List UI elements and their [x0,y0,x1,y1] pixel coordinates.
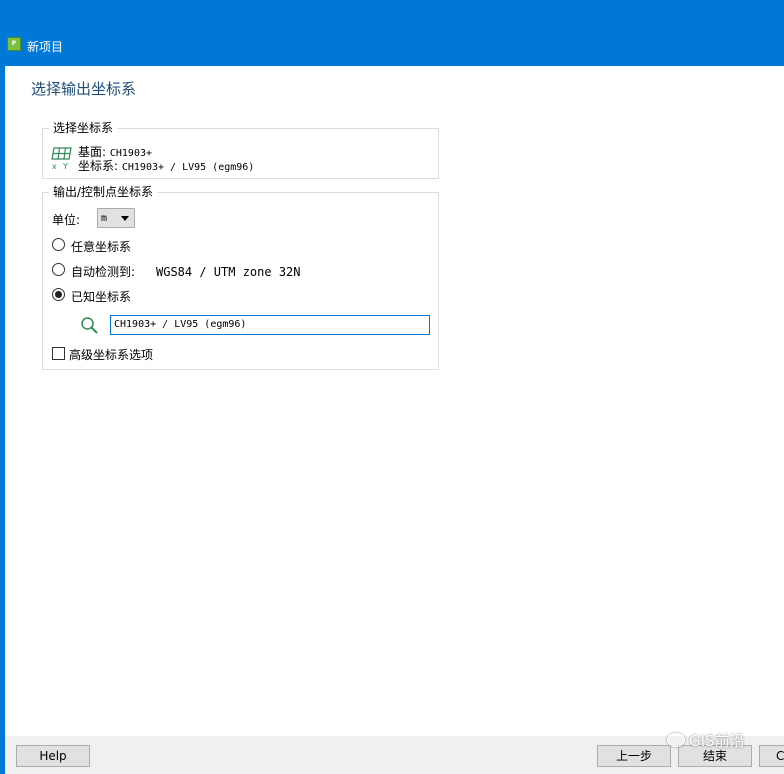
selected-crs-legend: 选择坐标系 [49,121,118,135]
radio-known-crs-label: 已知坐标系 [71,290,132,304]
window-title: 新项目 [27,40,64,54]
window-left-border [0,66,5,774]
search-icon[interactable] [80,316,98,334]
back-button[interactable]: 上一步 [597,745,671,767]
page-title: 选择输出坐标系 [31,80,137,98]
cancel-button[interactable]: C [759,745,784,767]
output-crs-group: 输出/控制点坐标系 单位: m 任意坐标系 自动检测到: WGS84 / UTM… [42,185,439,370]
radio-auto-detected-label: 自动检测到: [71,265,136,279]
known-crs-input[interactable]: CH1903+ / LV95 (egm96) [110,315,430,335]
radio-arbitrary-crs[interactable] [52,238,65,251]
help-button[interactable]: Help [16,745,90,767]
watermark-text: GIS前沿 [689,732,745,750]
svg-text:x: x [52,162,57,171]
title-bar: P 新项目 [0,0,784,66]
advanced-crs-checkbox[interactable] [52,347,65,360]
output-crs-legend: 输出/控制点坐标系 [49,185,158,199]
unit-label: 单位: [52,213,81,227]
crs-value: CH1903+ / LV95 (egm96) [121,162,255,173]
crs-line: 坐标系: CH1903+ / LV95 (egm96) [78,157,254,174]
grid-xy-icon: x Y [51,147,72,171]
radio-known-crs[interactable] [52,288,65,301]
crs-label: 坐标系: [78,159,119,173]
wechat-logo-icon [667,733,685,747]
watermark: GIS前沿 [667,730,745,751]
unit-select-value: m [101,213,108,224]
radio-arbitrary-crs-label: 任意坐标系 [71,240,132,254]
app-logo-icon: P [7,37,21,51]
selected-crs-group: 选择坐标系 x Y 基面: CH1903+ 坐标系: CH1903+ / LV9… [42,121,439,179]
auto-detected-crs-value: WGS84 / UTM zone 32N [156,265,301,279]
advanced-crs-label: 高级坐标系选项 [69,348,154,362]
unit-select[interactable]: m [97,208,135,228]
radio-auto-detected[interactable] [52,263,65,276]
chevron-down-icon [121,216,129,221]
svg-text:Y: Y [62,162,68,171]
